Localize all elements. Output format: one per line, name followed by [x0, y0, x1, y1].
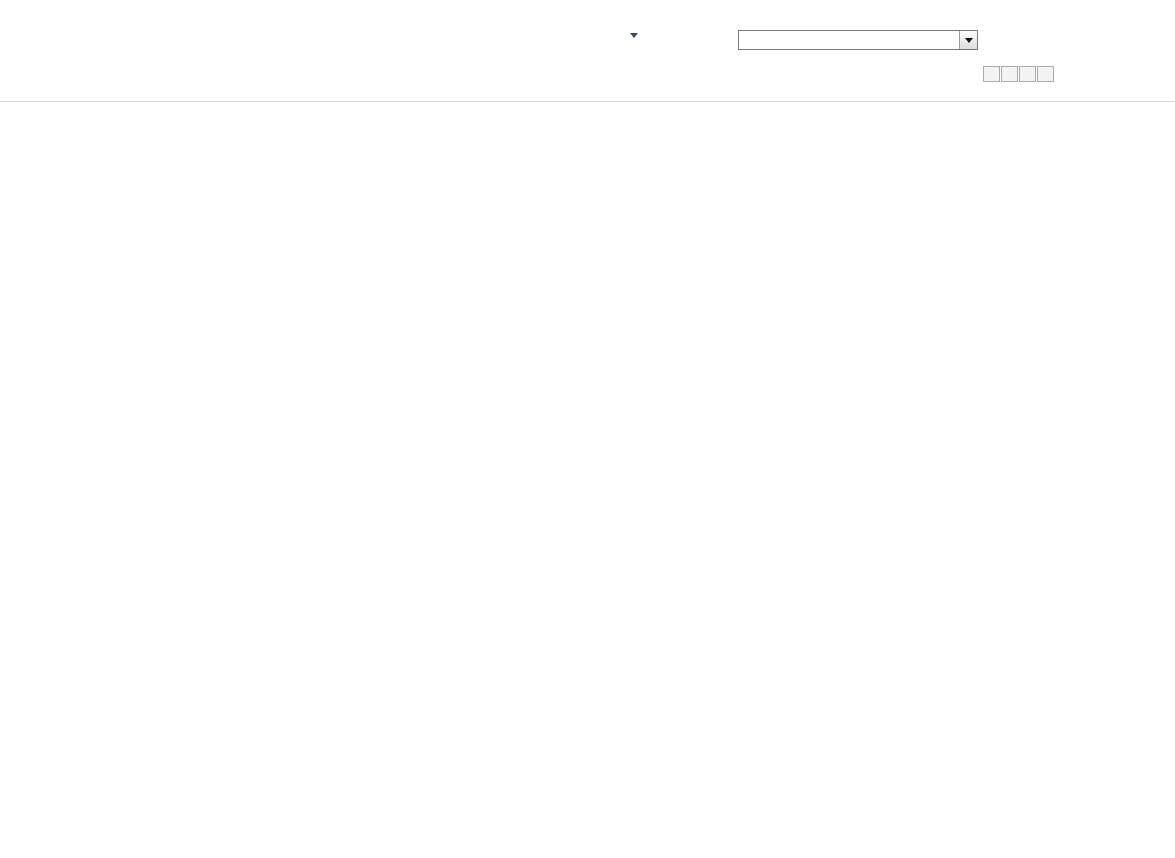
cash-forecasting-page: [0, 0, 1175, 858]
chevron-down-icon: [630, 33, 638, 38]
trend-analysis-chart: [0, 585, 420, 858]
last-page-icon[interactable]: [1037, 66, 1054, 82]
actions-menu[interactable]: [630, 33, 643, 38]
saved-searches-group: [733, 30, 978, 50]
trend-chart-svg: [0, 607, 420, 807]
chevron-down-icon[interactable]: [959, 31, 977, 49]
pie-chart-svg: [430, 605, 860, 805]
next-page-icon[interactable]: [1019, 66, 1036, 82]
first-page-icon[interactable]: [983, 66, 1000, 82]
saved-searches-select[interactable]: [738, 30, 978, 50]
pagination-controls: [983, 66, 1061, 82]
header-divider: [0, 101, 1175, 102]
sources-uses-pie-chart: [430, 585, 860, 858]
saved-searches-value: [739, 31, 959, 49]
charts-area: [0, 585, 1175, 858]
previous-page-icon[interactable]: [1001, 66, 1018, 82]
